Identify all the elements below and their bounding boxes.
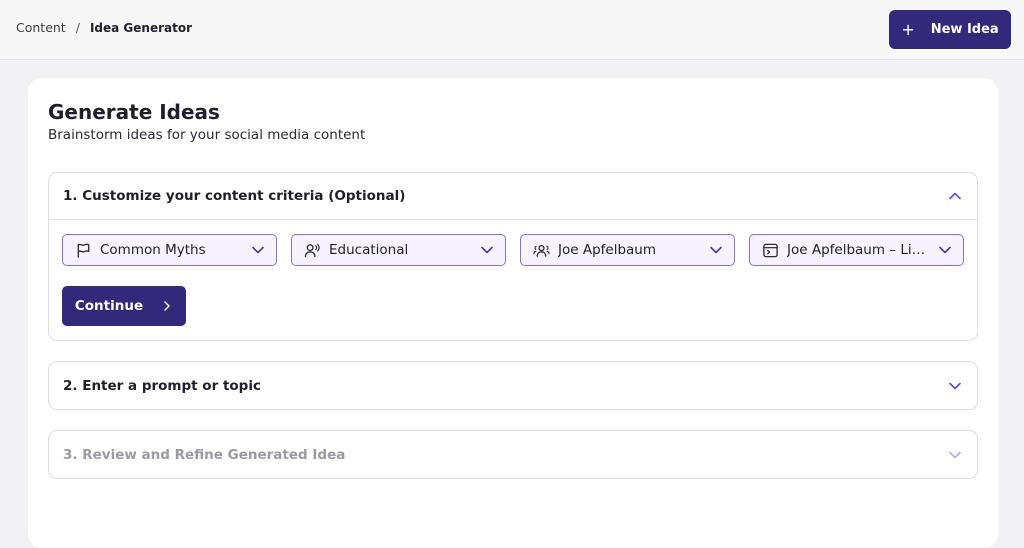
chevron-down-icon	[939, 246, 951, 254]
chevron-right-icon	[164, 301, 170, 311]
section-prompt-title: 2. Enter a prompt or topic	[63, 377, 261, 394]
persona-value: Joe Apfelbaum	[558, 242, 657, 258]
chevron-down-icon	[252, 246, 264, 254]
users-icon	[533, 244, 550, 257]
channel-dropdown[interactable]: Joe Apfelbaum – LinkedIn	[749, 234, 964, 266]
content-type-value: Common Myths	[100, 242, 206, 258]
flag-icon	[77, 243, 90, 258]
section-prompt-header[interactable]: 2. Enter a prompt or topic	[49, 362, 977, 409]
chevron-down-icon	[710, 246, 722, 254]
breadcrumb: Content / Idea Generator	[16, 20, 192, 35]
top-bar: Content / Idea Generator + New Idea	[0, 0, 1024, 60]
page-title: Generate Ideas	[48, 100, 220, 124]
browser-window-icon	[763, 243, 778, 257]
page-subtitle: Brainstorm ideas for your social media c…	[48, 127, 366, 143]
channel-value: Joe Apfelbaum – LinkedIn	[787, 242, 931, 258]
chevron-down-icon[interactable]	[947, 378, 963, 394]
section-review-title: 3. Review and Refine Generated Idea	[63, 446, 346, 463]
continue-button[interactable]: Continue	[62, 286, 186, 326]
breadcrumb-content-link[interactable]: Content	[16, 20, 66, 35]
content-type-dropdown[interactable]: Common Myths	[62, 234, 277, 266]
continue-label: Continue	[74, 298, 144, 314]
section-customize-criteria: 1. Customize your content criteria (Opti…	[48, 172, 978, 341]
section-customize-header[interactable]: 1. Customize your content criteria (Opti…	[49, 173, 977, 220]
chevron-up-icon[interactable]	[947, 188, 963, 204]
chevron-down-icon	[481, 246, 493, 254]
criteria-filters: Common Myths Educational Joe Apfelbaum J…	[62, 234, 964, 266]
section-review-header: 3. Review and Refine Generated Idea	[49, 431, 977, 478]
chevron-down-icon	[949, 451, 961, 458]
generate-ideas-panel: Generate Ideas Brainstorm ideas for your…	[28, 78, 998, 548]
tone-value: Educational	[329, 242, 409, 258]
section-review-refine: 3. Review and Refine Generated Idea	[48, 430, 978, 479]
tone-dropdown[interactable]: Educational	[291, 234, 506, 266]
speaker-user-icon	[304, 243, 320, 257]
breadcrumb-separator: /	[75, 20, 80, 35]
breadcrumb-current: Idea Generator	[89, 20, 192, 35]
persona-dropdown[interactable]: Joe Apfelbaum	[520, 234, 735, 266]
new-idea-button[interactable]: + New Idea	[889, 10, 1011, 49]
new-idea-label: New Idea	[930, 22, 999, 37]
plus-icon: +	[901, 20, 915, 39]
section-prompt-topic[interactable]: 2. Enter a prompt or topic	[48, 361, 978, 410]
section-customize-title: 1. Customize your content criteria (Opti…	[63, 188, 406, 204]
